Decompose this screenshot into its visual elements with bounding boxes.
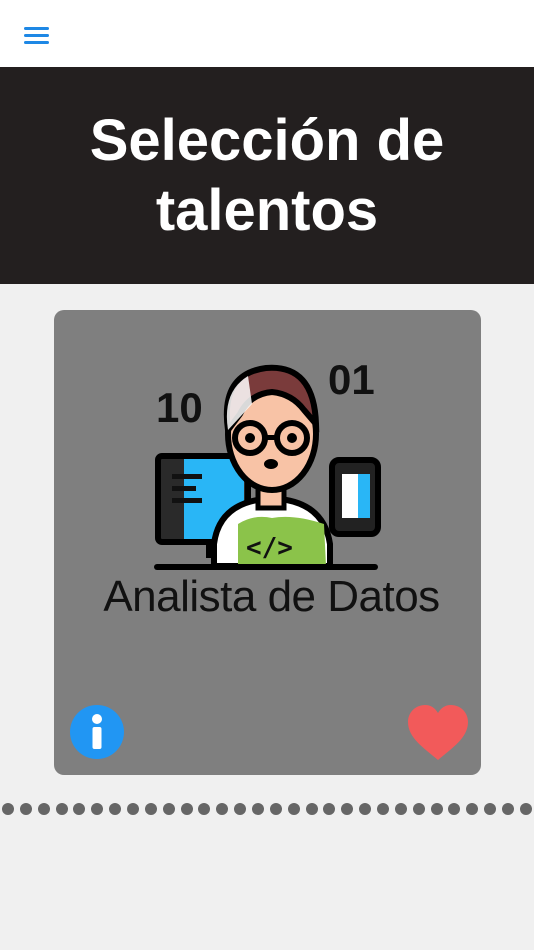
pagination-dot[interactable] — [55, 803, 68, 815]
pagination-dot[interactable] — [144, 803, 157, 815]
developer-illustration: 10 01 </> — [154, 334, 384, 574]
pagination-dot[interactable] — [216, 803, 229, 815]
pagination-dot[interactable] — [448, 803, 461, 815]
pagination-dot[interactable] — [484, 803, 497, 815]
pagination-dot[interactable] — [287, 803, 300, 815]
pagination-dot[interactable] — [73, 803, 86, 815]
pagination-dot[interactable] — [180, 803, 193, 815]
pagination-dot[interactable] — [519, 803, 532, 815]
pagination-dot[interactable] — [198, 803, 211, 815]
carousel-pagination — [0, 803, 534, 817]
pagination-dot[interactable] — [394, 803, 407, 815]
pagination-dot[interactable] — [37, 803, 50, 815]
pagination-dot[interactable] — [127, 803, 140, 815]
pagination-dot[interactable] — [162, 803, 175, 815]
binary-badge-right: 01 — [328, 356, 375, 403]
pagination-dot[interactable] — [466, 803, 479, 815]
pagination-dot[interactable] — [323, 803, 336, 815]
pagination-dot[interactable] — [19, 803, 32, 815]
binary-badge-left: 10 — [156, 384, 203, 431]
pagination-dot[interactable] — [305, 803, 318, 815]
pagination-dot[interactable] — [2, 803, 14, 815]
pagination-dot[interactable] — [341, 803, 354, 815]
hamburger-menu-icon[interactable] — [18, 20, 56, 50]
pagination-dot[interactable] — [430, 803, 443, 815]
talent-card[interactable]: 10 01 </> Analista de Datos — [54, 310, 481, 775]
pagination-dot[interactable] — [252, 803, 265, 815]
pagination-dot[interactable] — [109, 803, 122, 815]
pagination-dot[interactable] — [269, 803, 282, 815]
pagination-dot[interactable] — [502, 803, 515, 815]
pagination-dot[interactable] — [359, 803, 372, 815]
header-banner: Selección de talentos — [0, 67, 534, 284]
pagination-dot[interactable] — [234, 803, 247, 815]
info-icon[interactable] — [69, 704, 125, 760]
pagination-dot[interactable] — [377, 803, 390, 815]
page-title: Selección de talentos — [89, 107, 445, 243]
pagination-dot[interactable] — [91, 803, 104, 815]
card-title: Analista de Datos — [103, 572, 440, 621]
svg-text:</>: </> — [246, 533, 293, 563]
pagination-dot[interactable] — [412, 803, 425, 815]
heart-icon[interactable] — [406, 704, 470, 762]
top-bar — [0, 0, 534, 67]
